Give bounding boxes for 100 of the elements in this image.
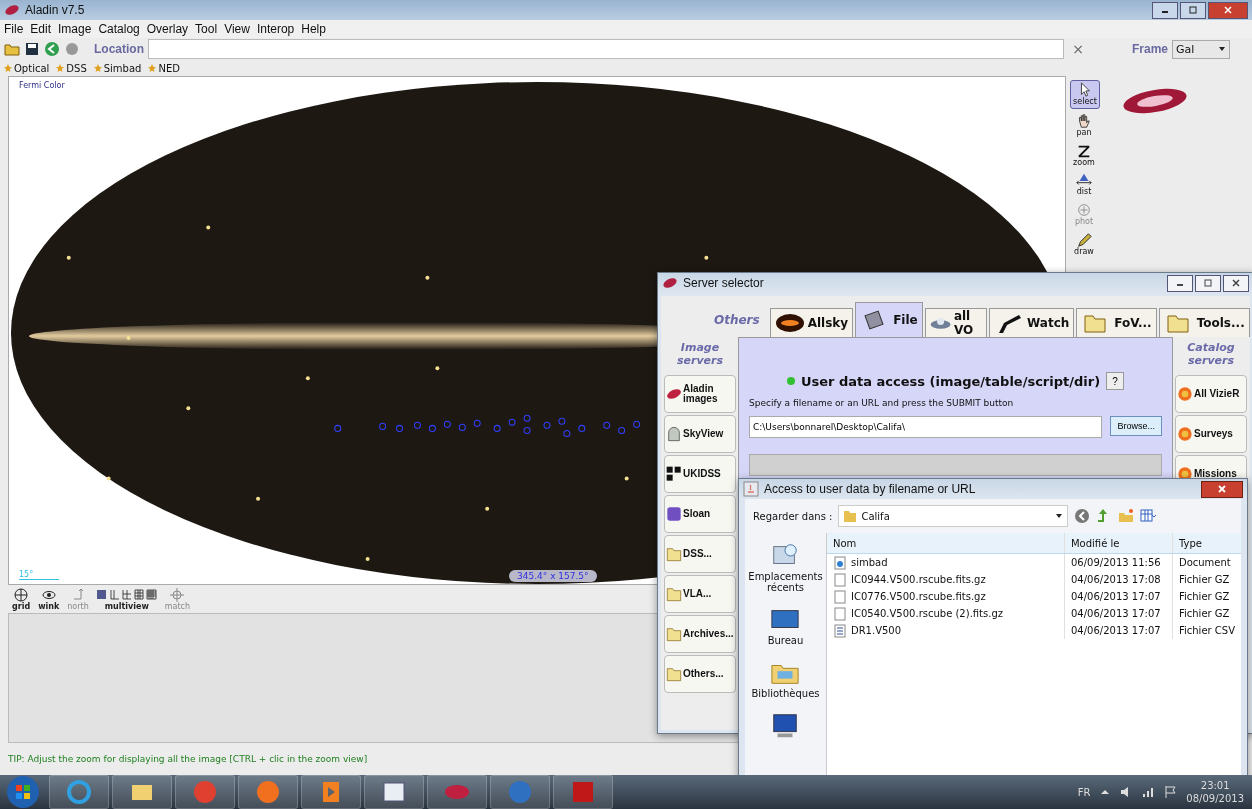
- location-field[interactable]: [148, 39, 1065, 59]
- path-input[interactable]: C:\Users\bonnarel\Desktop\Califa\: [749, 416, 1103, 438]
- start-button[interactable]: [6, 775, 40, 809]
- tool-button[interactable]: dist: [1070, 171, 1098, 199]
- file-name-cell[interactable]: DR1.V500: [826, 622, 1064, 639]
- image-server-button[interactable]: Archives...: [664, 615, 736, 653]
- file-icon: [832, 606, 847, 621]
- file-icon: [832, 555, 847, 570]
- image-server-button[interactable]: Sloan: [664, 495, 736, 533]
- folder-dropdown[interactable]: Califa: [838, 505, 1069, 527]
- place-item[interactable]: Bibliothèques: [751, 658, 820, 699]
- close-icon: [1217, 484, 1227, 494]
- maximize-button[interactable]: [1195, 274, 1221, 292]
- sky-ellipse-icon: [774, 313, 805, 333]
- file-name-cell[interactable]: simbad: [826, 554, 1064, 571]
- taskbar-button[interactable]: [49, 775, 109, 809]
- galaxy-logo-icon: [662, 275, 678, 291]
- bookmark-link[interactable]: Optical: [4, 62, 50, 74]
- minimize-button[interactable]: [1152, 1, 1178, 19]
- menu-item[interactable]: Interop: [256, 22, 295, 36]
- pencil-icon: [1076, 232, 1092, 248]
- image-server-button[interactable]: Aladin images: [664, 375, 736, 413]
- image-server-button[interactable]: SkyView: [664, 415, 736, 453]
- view-tool-button[interactable]: wink: [38, 587, 60, 611]
- place-item[interactable]: Emplacements récents: [745, 541, 826, 593]
- tool-button[interactable]: draw: [1070, 231, 1098, 258]
- server-tab[interactable]: Allsky: [769, 308, 854, 337]
- catalog-server-button[interactable]: Surveys: [1175, 415, 1247, 453]
- view-tool-button[interactable]: multiview: [96, 587, 157, 611]
- language-indicator[interactable]: FR: [1077, 786, 1091, 798]
- maximize-icon: [1203, 278, 1213, 288]
- menu-item[interactable]: Image: [58, 22, 92, 36]
- maximize-icon: [1188, 5, 1198, 15]
- bookmark-link[interactable]: Simbad: [93, 62, 142, 74]
- image-server-button[interactable]: UKIDSS: [664, 455, 736, 493]
- window-title: Server selector: [683, 276, 764, 290]
- server-tab[interactable]: Tools...: [1158, 308, 1250, 337]
- galaxy-logo-icon: [1120, 86, 1190, 116]
- back-icon[interactable]: [1074, 508, 1091, 524]
- view-menu-icon[interactable]: [1140, 508, 1157, 524]
- menu-item[interactable]: View: [224, 22, 250, 36]
- menu-item[interactable]: Catalog: [98, 22, 140, 36]
- server-tab[interactable]: File: [855, 302, 923, 337]
- minimize-button[interactable]: [1167, 274, 1193, 292]
- image-server-button[interactable]: DSS...: [664, 535, 736, 573]
- maximize-button[interactable]: [1180, 1, 1206, 19]
- menu-item[interactable]: Overlay: [146, 22, 189, 36]
- column-header[interactable]: Nom: [826, 533, 1064, 553]
- help-button[interactable]: ?: [1106, 372, 1125, 390]
- galaxy-logo-icon: [666, 386, 682, 402]
- bookmark-link[interactable]: NED: [148, 62, 180, 74]
- look-in-label: Regarder dans :: [753, 510, 833, 522]
- server-tab[interactable]: all VO: [924, 308, 987, 337]
- tool-button[interactable]: pan: [1070, 111, 1098, 139]
- star-icon: [93, 64, 102, 72]
- taskbar-button[interactable]: [301, 775, 361, 809]
- caret-icon: [1218, 45, 1226, 53]
- file-name-cell[interactable]: IC0776.V500.rscube.fits.gz: [826, 588, 1064, 605]
- catalog-server-button[interactable]: All VizieR: [1175, 375, 1247, 413]
- image-server-button[interactable]: VLA...: [664, 575, 736, 613]
- tool-button[interactable]: zoom: [1070, 141, 1098, 169]
- flag-icon[interactable]: [1164, 785, 1179, 799]
- file-name-cell[interactable]: IC0540.V500.rscube (2).fits.gz: [826, 605, 1064, 622]
- table-cell: Fichier GZ: [1171, 588, 1241, 605]
- column-header[interactable]: Modifié le: [1063, 533, 1172, 553]
- menu-item[interactable]: Edit: [30, 22, 52, 36]
- menu-item[interactable]: File: [4, 22, 24, 36]
- file-name-cell[interactable]: IC0944.V500.rscube.fits.gz: [826, 571, 1064, 588]
- crosshair-icon: [1076, 202, 1092, 219]
- close-button[interactable]: [1208, 1, 1248, 19]
- status-dot-icon: [786, 377, 795, 385]
- frame-dropdown[interactable]: Gal: [1172, 39, 1230, 59]
- bookmark-link[interactable]: DSS: [56, 62, 87, 74]
- table-cell: Fichier GZ: [1171, 605, 1241, 622]
- tool-button[interactable]: select: [1070, 80, 1100, 109]
- save-icon[interactable]: [24, 41, 40, 57]
- clock[interactable]: 23:01 08/09/2013: [1186, 779, 1244, 805]
- table-cell: 04/06/2013 17:07: [1063, 588, 1172, 605]
- place-item[interactable]: Bureau: [767, 605, 804, 646]
- folder-icon: [666, 666, 682, 682]
- new-folder-icon[interactable]: [1118, 508, 1135, 524]
- image-label: Fermi Color: [19, 81, 65, 90]
- stop-icon[interactable]: [64, 41, 80, 57]
- close-button[interactable]: [1223, 274, 1249, 292]
- view-tool-button[interactable]: grid: [12, 587, 31, 611]
- taskbar-button[interactable]: [364, 775, 424, 809]
- image-server-button[interactable]: Others...: [664, 655, 736, 693]
- column-header[interactable]: Type: [1171, 533, 1241, 553]
- server-tab[interactable]: FoV...: [1076, 308, 1157, 337]
- browse-button[interactable]: Browse...: [1110, 416, 1162, 436]
- catalog-servers-label: Catalog servers: [1186, 341, 1236, 369]
- taskbar-button[interactable]: [112, 775, 172, 809]
- menu-item[interactable]: Tool: [195, 22, 218, 36]
- menu-item[interactable]: Help: [301, 22, 326, 36]
- server-tab[interactable]: Watch: [989, 308, 1075, 337]
- close-button[interactable]: [1201, 480, 1243, 498]
- window-title: Access to user data by filename or URL: [764, 482, 976, 496]
- star-icon: [56, 64, 65, 72]
- clear-icon[interactable]: ×: [1068, 41, 1088, 57]
- crosshair-icon: [170, 587, 185, 602]
